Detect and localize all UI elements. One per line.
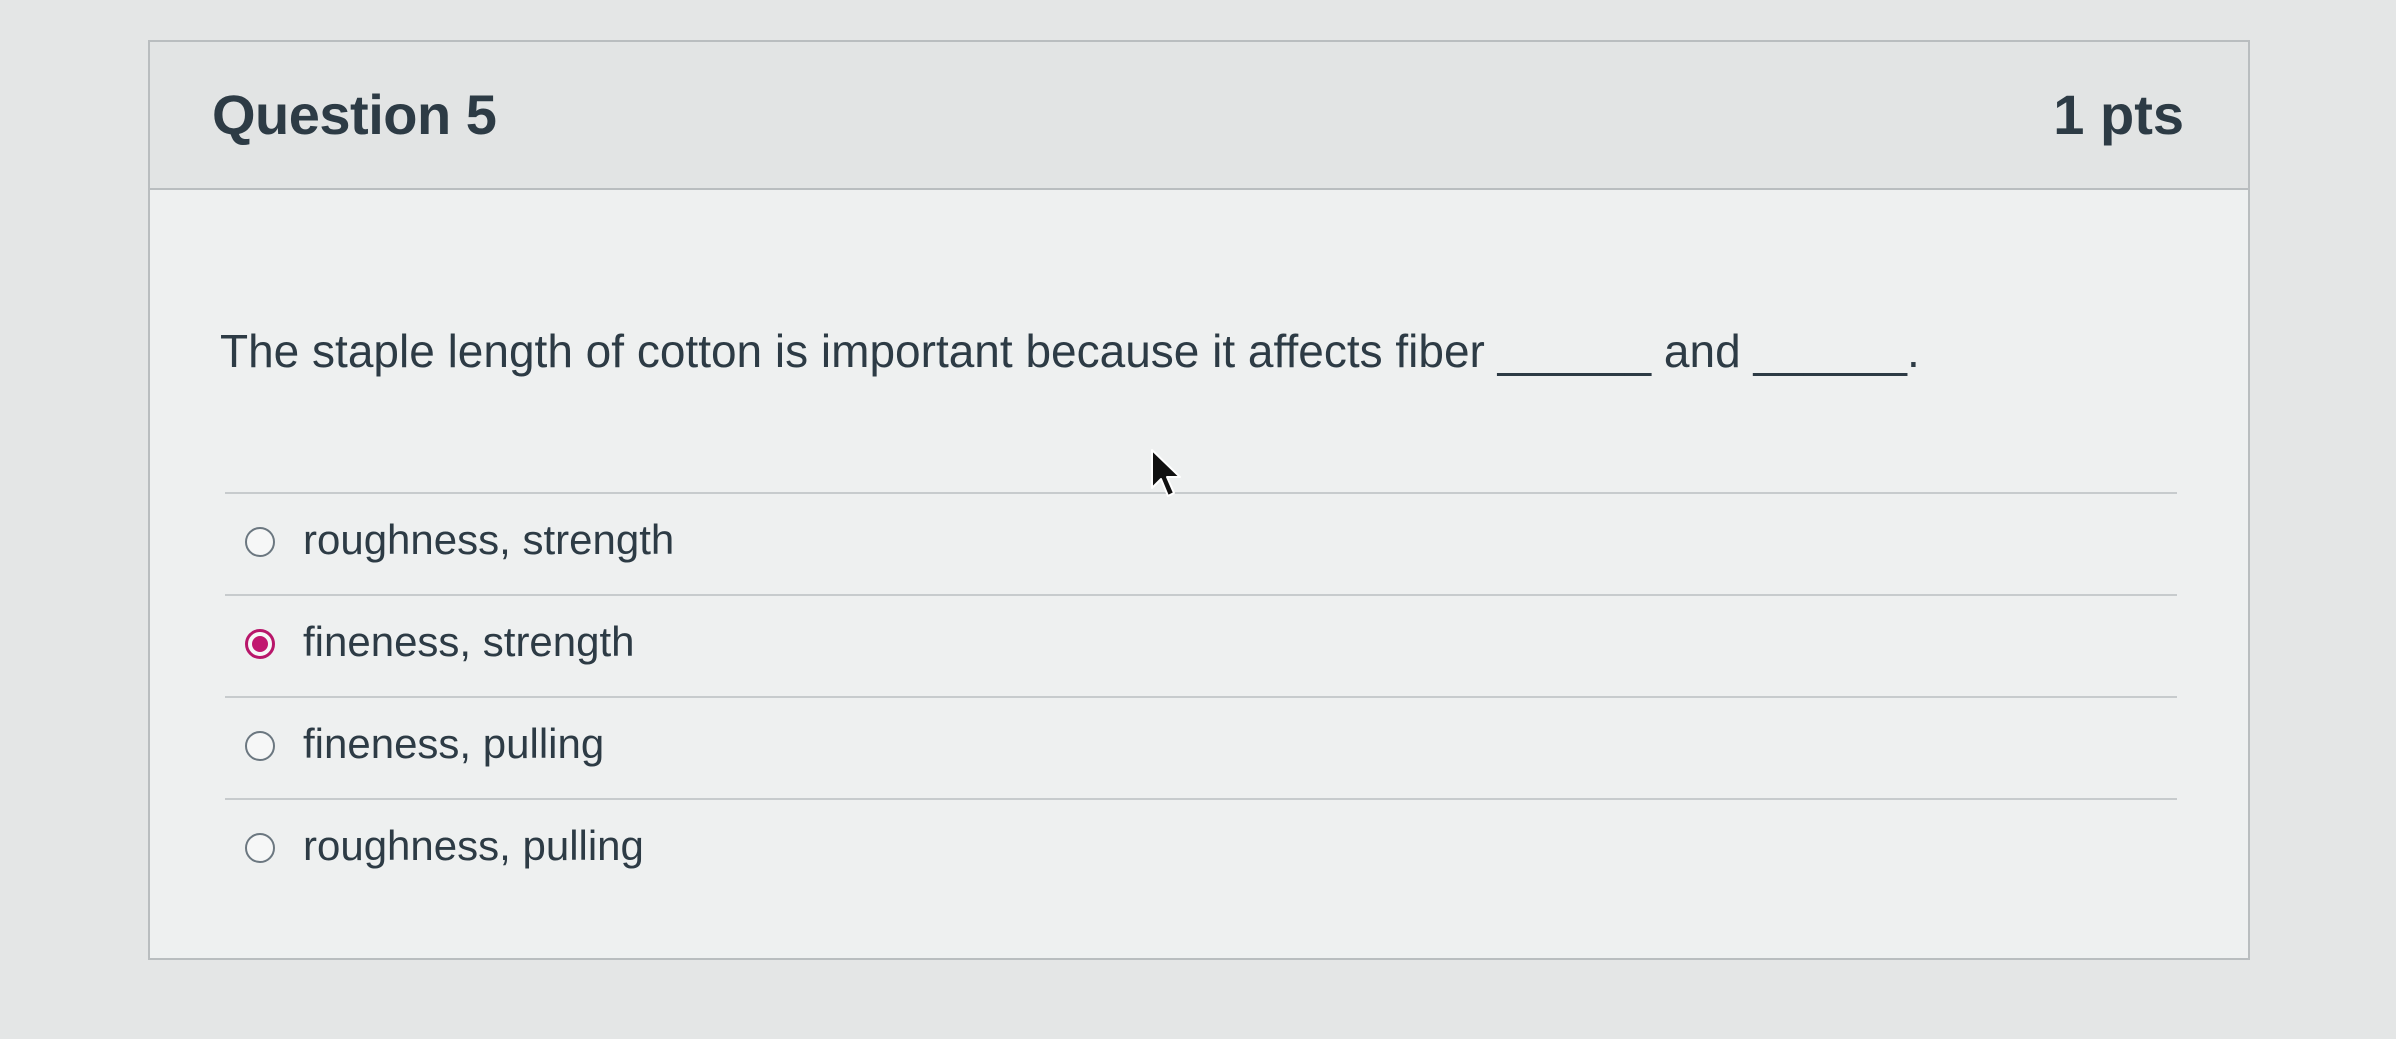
answer-option-roughness-pulling[interactable]: roughness, pulling: [225, 800, 2177, 902]
question-title: Question 5: [212, 83, 497, 146]
answer-option-roughness-strength[interactable]: roughness, strength: [225, 494, 2177, 596]
answer-option-fineness-pulling[interactable]: fineness, pulling: [225, 698, 2177, 800]
radio-button[interactable]: [245, 833, 275, 863]
answer-label[interactable]: roughness, pulling: [303, 822, 644, 870]
answer-label[interactable]: fineness, pulling: [303, 720, 604, 768]
radio-button[interactable]: [245, 527, 275, 557]
radio-button[interactable]: [245, 731, 275, 761]
mouse-pointer-icon: [1151, 449, 1181, 497]
answer-list: roughness, strength fineness, strength f…: [225, 492, 2177, 902]
question-card: Question 5 1 pts The staple length of co…: [148, 40, 2250, 960]
answer-label[interactable]: roughness, strength: [303, 516, 674, 564]
question-header: Question 5 1 pts: [150, 42, 2248, 190]
question-text: The staple length of cotton is important…: [220, 325, 1920, 377]
radio-button-selected[interactable]: [245, 629, 275, 659]
answer-label[interactable]: fineness, strength: [303, 618, 635, 666]
question-points: 1 pts: [2053, 83, 2184, 146]
answer-option-fineness-strength[interactable]: fineness, strength: [225, 596, 2177, 698]
